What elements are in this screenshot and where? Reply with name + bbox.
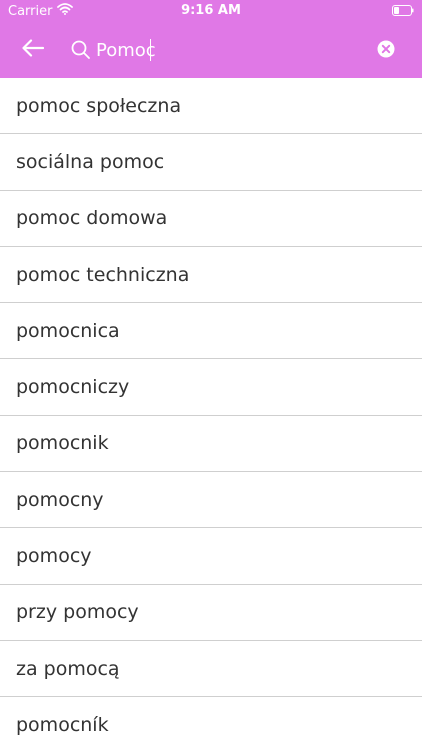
results-list: pomoc społeczna sociálna pomoc pomoc dom… bbox=[0, 78, 422, 750]
battery-icon bbox=[392, 5, 414, 16]
list-item-label: pomoc społeczna bbox=[16, 94, 182, 117]
list-item[interactable]: pomocnica bbox=[0, 303, 422, 360]
list-item[interactable]: pomocnik bbox=[0, 416, 422, 473]
list-item-label: pomoc techniczna bbox=[16, 263, 190, 286]
text-cursor bbox=[150, 39, 151, 61]
app-bar bbox=[0, 22, 422, 78]
list-item-label: pomocnica bbox=[16, 319, 120, 342]
list-item-label: za pomocą bbox=[16, 657, 120, 680]
list-item-label: przy pomocy bbox=[16, 601, 139, 624]
status-bar: Carrier 9:16 AM bbox=[0, 0, 422, 22]
status-time: 9:16 AM bbox=[181, 3, 241, 18]
list-item-label: pomocniczy bbox=[16, 376, 130, 399]
list-item-label: sociálna pomoc bbox=[16, 150, 165, 173]
list-item[interactable]: pomocniczy bbox=[0, 359, 422, 416]
list-item[interactable]: pomocy bbox=[0, 528, 422, 585]
back-button[interactable] bbox=[18, 36, 48, 64]
clear-search-button[interactable] bbox=[376, 39, 396, 59]
list-item-label: pomocny bbox=[16, 488, 104, 511]
list-item[interactable]: pomoc techniczna bbox=[0, 247, 422, 304]
list-item[interactable]: pomoc domowa bbox=[0, 191, 422, 247]
list-item-label: pomocník bbox=[16, 713, 109, 736]
list-item[interactable]: pomocník bbox=[0, 697, 422, 750]
search-input[interactable] bbox=[96, 34, 356, 66]
list-item-label: pomoc domowa bbox=[16, 207, 168, 230]
list-item-label: pomocnik bbox=[16, 432, 109, 455]
arrow-left-icon bbox=[22, 39, 45, 61]
list-item[interactable]: sociálna pomoc bbox=[0, 134, 422, 191]
clear-circle-icon bbox=[376, 40, 396, 63]
list-item[interactable]: za pomocą bbox=[0, 641, 422, 698]
list-item[interactable]: pomoc społeczna bbox=[0, 78, 422, 135]
list-item-label: pomocy bbox=[16, 545, 92, 568]
list-item[interactable]: przy pomocy bbox=[0, 585, 422, 641]
search-icon bbox=[70, 39, 92, 61]
app-screen: Carrier 9:16 AM Pomoc pomoc społeczna so… bbox=[0, 0, 422, 750]
list-item[interactable]: pomocny bbox=[0, 472, 422, 529]
